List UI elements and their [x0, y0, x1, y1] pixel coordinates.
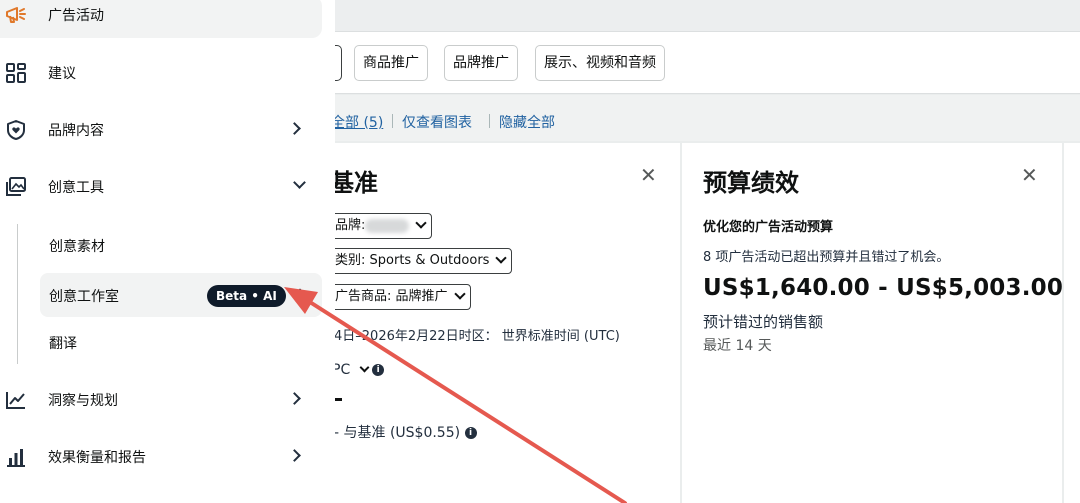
sidebar-subitem-label: 创意工作室 — [49, 289, 119, 305]
sidebar-item-campaigns[interactable]: 广告活动 — [0, 0, 335, 35]
metric-value-dash — [334, 398, 342, 401]
budget-card-description: 8 项广告活动已超出预算并且错过了机会。 — [703, 250, 950, 265]
ad-product-select[interactable]: 广告商品: 品牌推广 — [330, 284, 471, 310]
ad-product-select-label: 广告商品: 品牌推广 — [335, 289, 448, 304]
charts-only-link[interactable]: 仅查看图表 — [402, 112, 472, 132]
chevron-down-icon — [359, 362, 370, 373]
redacted-brand — [365, 218, 410, 233]
sidebar-item-label: 建议 — [48, 66, 76, 82]
sidebar-item-brand-content[interactable]: 品牌内容 — [0, 110, 335, 150]
sidebar-subitem-creative-studio[interactable]: 创意工作室 Beta • AI — [40, 273, 322, 317]
chevron-down-icon — [293, 176, 306, 189]
sidebar-item-measurement-reporting[interactable]: 效果衡量和报告 — [0, 437, 335, 477]
sidebar-item-label: 洞察与规划 — [48, 393, 118, 409]
tab-sponsored-brands[interactable]: 品牌推广 — [444, 45, 518, 81]
chevron-down-icon — [453, 288, 466, 300]
chevron-down-icon — [495, 252, 508, 264]
sidebar-item-insights-planning[interactable]: 洞察与规划 — [0, 380, 335, 420]
next-card — [1064, 143, 1080, 503]
tab-sponsored-products[interactable]: 商品推广 — [354, 45, 428, 81]
close-icon[interactable]: ✕ — [1021, 163, 1038, 187]
brand-select-label: 品牌: — [335, 218, 366, 233]
budget-card-title: 预算绩效 — [703, 169, 799, 197]
sidebar-item-label: 效果衡量和报告 — [48, 450, 146, 466]
period-label: 最近 14 天 — [703, 338, 772, 354]
sidebar-item-label: 品牌内容 — [48, 123, 104, 139]
link-divider — [489, 114, 490, 128]
sidebar-subitem-translation[interactable]: 翻译 — [40, 322, 322, 362]
show-all-link[interactable]: 全部 (5) — [331, 112, 383, 132]
sidebar-subitem-label: 翻译 — [49, 336, 77, 352]
chevron-right-icon — [288, 449, 301, 462]
bar-chart-icon — [7, 449, 25, 467]
benchmark-compare: - 与基准 (US$0.55) i — [334, 422, 477, 442]
category-select-label: 类别: Sports & Outdoors — [335, 253, 490, 268]
trend-chart-icon — [6, 392, 25, 409]
submenu-tree-line — [17, 224, 18, 364]
budget-card-subtitle: 优化您的广告活动预算 — [703, 220, 834, 235]
metric-selector[interactable]: PC i — [332, 362, 385, 378]
sidebar-item-recommendations[interactable]: 建议 — [0, 53, 335, 93]
home-icon[interactable] — [292, 287, 308, 303]
shield-heart-icon — [7, 120, 25, 140]
info-icon[interactable]: i — [372, 364, 385, 376]
date-range-text: 4日–2026年2月22日时区： 世界标准时间 (UTC) — [334, 329, 620, 344]
sidebar-item-label: 创意工具 — [48, 180, 104, 196]
benchmark-card-title: 基准 — [330, 169, 378, 197]
info-icon[interactable]: i — [464, 427, 477, 439]
benchmark-compare-text: - 与基准 (US$0.55) — [334, 425, 461, 441]
image-icon — [6, 177, 26, 196]
sidebar-subitem-label: 创意素材 — [49, 239, 105, 255]
hide-all-link[interactable]: 隐藏全部 — [499, 112, 555, 132]
missed-sales-label: 预计错过的销售额 — [703, 313, 824, 331]
megaphone-icon — [6, 7, 26, 23]
sidebar-subitem-creative-assets[interactable]: 创意素材 — [40, 225, 322, 265]
beta-ai-badge: Beta • AI — [207, 285, 286, 307]
chevron-right-icon — [288, 392, 301, 405]
close-icon[interactable]: ✕ — [640, 163, 657, 187]
missed-sales-amount: US$1,640.00 - US$5,003.00 — [703, 275, 1064, 301]
link-divider — [392, 114, 393, 128]
brand-select[interactable]: 品牌: — [330, 213, 433, 239]
chevron-right-icon — [288, 122, 301, 135]
sidebar: 广告活动 建议 品牌内容 创意工具 创意素材 创意工作室 Beta • AI 翻… — [0, 0, 335, 503]
grid-icon — [6, 63, 26, 83]
chevron-down-icon — [415, 217, 428, 229]
category-select[interactable]: 类别: Sports & Outdoors — [330, 248, 513, 274]
sidebar-item-label: 广告活动 — [48, 8, 104, 24]
sidebar-item-creative-tools[interactable]: 创意工具 — [0, 167, 335, 207]
tab-display-video-audio[interactable]: 展示、视频和音频 — [535, 45, 665, 81]
